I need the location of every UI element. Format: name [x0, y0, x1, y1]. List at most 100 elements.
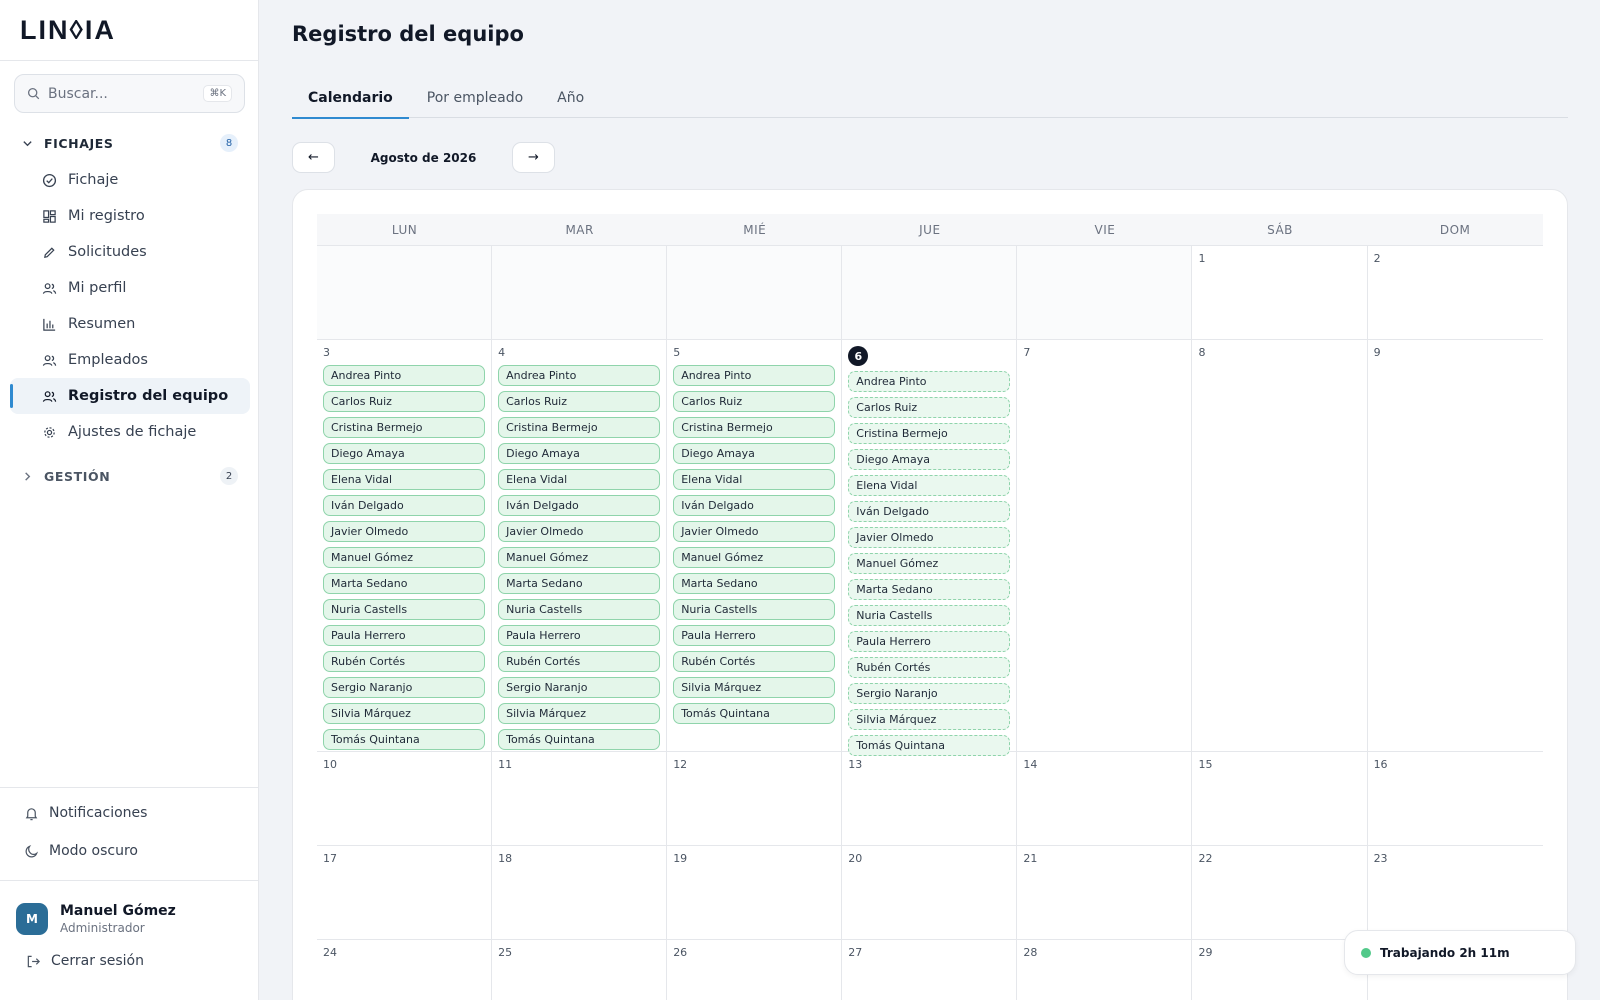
section-gestion[interactable]: GESTIÓN 2 [22, 464, 238, 488]
attendance-entry[interactable]: Silvia Márquez [673, 677, 836, 698]
calendar-day[interactable]: 24 [317, 940, 493, 1000]
attendance-entry[interactable]: Rubén Cortés [673, 651, 836, 672]
calendar-day[interactable]: 10 [317, 752, 493, 845]
attendance-entry[interactable]: Diego Amaya [848, 449, 1011, 470]
calendar-day[interactable]: 29 [1192, 940, 1368, 1000]
attendance-entry[interactable]: Iván Delgado [323, 495, 485, 516]
attendance-entry[interactable]: Marta Sedano [323, 573, 485, 594]
attendance-entry[interactable]: Cristina Bermejo [848, 423, 1011, 444]
calendar-day[interactable]: 1 [1192, 246, 1368, 339]
calendar-day[interactable]: 13 [842, 752, 1018, 845]
attendance-entry[interactable]: Silvia Márquez [498, 703, 661, 724]
attendance-entry[interactable]: Manuel Gómez [848, 553, 1011, 574]
search-input[interactable]: Buscar... [48, 86, 203, 102]
calendar-day[interactable]: 27 [842, 940, 1018, 1000]
attendance-entry[interactable]: Elena Vidal [673, 469, 836, 490]
attendance-entry[interactable]: Carlos Ruiz [673, 391, 836, 412]
attendance-entry[interactable]: Diego Amaya [498, 443, 661, 464]
attendance-entry[interactable]: Rubén Cortés [848, 657, 1011, 678]
logo[interactable]: LIN◊IA [20, 15, 116, 46]
calendar-day[interactable]: 28 [1017, 940, 1193, 1000]
calendar-day[interactable]: 15 [1192, 752, 1368, 845]
attendance-entry[interactable]: Iván Delgado [673, 495, 836, 516]
notifications-button[interactable]: Notificaciones [0, 794, 259, 832]
attendance-entry[interactable]: Paula Herrero [848, 631, 1011, 652]
user-profile[interactable]: M Manuel Gómez Administrador [0, 881, 259, 935]
calendar-day[interactable]: 9 [1368, 340, 1543, 762]
attendance-entry[interactable]: Sergio Naranjo [323, 677, 485, 698]
attendance-entry[interactable]: Paula Herrero [323, 625, 485, 646]
calendar-day[interactable]: 8 [1192, 340, 1368, 762]
attendance-entry[interactable]: Rubén Cortés [498, 651, 661, 672]
next-month-button[interactable]: → [512, 142, 555, 173]
attendance-entry[interactable]: Silvia Márquez [848, 709, 1011, 730]
attendance-entry[interactable]: Nuria Castells [323, 599, 485, 620]
attendance-entry[interactable]: Elena Vidal [848, 475, 1011, 496]
attendance-entry[interactable]: Iván Delgado [498, 495, 661, 516]
attendance-entry[interactable]: Elena Vidal [323, 469, 485, 490]
sidebar-item-ajustes-de-fichaje[interactable]: Ajustes de fichaje [10, 414, 250, 450]
calendar-day[interactable]: 18 [492, 846, 668, 939]
attendance-entry[interactable]: Tomás Quintana [673, 703, 836, 724]
attendance-entry[interactable]: Paula Herrero [498, 625, 661, 646]
logout-button[interactable]: Cerrar sesión [0, 935, 259, 969]
attendance-entry[interactable]: Cristina Bermejo [323, 417, 485, 438]
calendar-day[interactable]: 4 Andrea Pinto Carlos Ruiz Cristina Bermejo… [492, 340, 668, 762]
search-box[interactable]: Buscar... ⌘K [14, 74, 245, 113]
attendance-entry[interactable]: Manuel Gómez [498, 547, 661, 568]
calendar-day[interactable]: 26 [667, 940, 843, 1000]
sidebar-item-empleados[interactable]: Empleados [10, 342, 250, 378]
attendance-entry[interactable]: Andrea Pinto [673, 365, 836, 386]
calendar-day[interactable]: 21 [1017, 846, 1193, 939]
attendance-entry[interactable]: Silvia Márquez [323, 703, 485, 724]
calendar-day[interactable]: 23 [1368, 846, 1543, 939]
calendar-day[interactable]: 14 [1017, 752, 1193, 845]
attendance-entry[interactable]: Andrea Pinto [848, 371, 1011, 392]
calendar-day[interactable]: 11 [492, 752, 668, 845]
tab-por-empleado[interactable]: Por empleado [411, 78, 539, 118]
attendance-entry[interactable]: Elena Vidal [498, 469, 661, 490]
sidebar-item-registro-del-equipo[interactable]: Registro del equipo [10, 378, 250, 414]
attendance-entry[interactable]: Andrea Pinto [498, 365, 661, 386]
calendar-day[interactable]: 17 [317, 846, 493, 939]
calendar-day[interactable]: 19 [667, 846, 843, 939]
attendance-entry[interactable]: Carlos Ruiz [498, 391, 661, 412]
attendance-entry[interactable]: Marta Sedano [673, 573, 836, 594]
calendar-day[interactable]: 7 [1017, 340, 1193, 762]
calendar-day[interactable]: 20 [842, 846, 1018, 939]
attendance-entry[interactable]: Marta Sedano [498, 573, 661, 594]
attendance-entry[interactable]: Andrea Pinto [323, 365, 485, 386]
sidebar-item-resumen[interactable]: Resumen [10, 306, 250, 342]
attendance-entry[interactable]: Nuria Castells [673, 599, 836, 620]
sidebar-item-mi-registro[interactable]: Mi registro [10, 198, 250, 234]
tab-calendario[interactable]: Calendario [292, 78, 409, 119]
attendance-entry[interactable]: Javier Olmedo [848, 527, 1011, 548]
attendance-entry[interactable]: Cristina Bermejo [673, 417, 836, 438]
calendar-day[interactable]: 12 [667, 752, 843, 845]
calendar-day[interactable]: 3 Andrea Pinto Carlos Ruiz Cristina Bermejo… [317, 340, 493, 762]
attendance-entry[interactable]: Nuria Castells [498, 599, 661, 620]
section-fichajes[interactable]: FICHAJES 8 [22, 131, 238, 155]
sidebar-item-solicitudes[interactable]: Solicitudes [10, 234, 250, 270]
dark-mode-toggle[interactable]: Modo oscuro [0, 832, 259, 870]
work-status-indicator[interactable]: Trabajando 2h 11m [1344, 930, 1576, 975]
attendance-entry[interactable]: Tomás Quintana [498, 729, 661, 750]
attendance-entry[interactable]: Carlos Ruiz [323, 391, 485, 412]
sidebar-item-mi-perfil[interactable]: Mi perfil [10, 270, 250, 306]
attendance-entry[interactable]: Manuel Gómez [323, 547, 485, 568]
prev-month-button[interactable]: ← [292, 142, 335, 173]
calendar-day[interactable]: 25 [492, 940, 668, 1000]
calendar-day[interactable]: 16 [1368, 752, 1543, 845]
attendance-entry[interactable]: Nuria Castells [848, 605, 1011, 626]
attendance-entry[interactable]: Paula Herrero [673, 625, 836, 646]
tab-ano[interactable]: Año [541, 78, 600, 118]
attendance-entry[interactable]: Tomás Quintana [323, 729, 485, 750]
attendance-entry[interactable]: Cristina Bermejo [498, 417, 661, 438]
calendar-day[interactable]: 2 [1368, 246, 1543, 339]
attendance-entry[interactable]: Diego Amaya [673, 443, 836, 464]
attendance-entry[interactable]: Diego Amaya [323, 443, 485, 464]
attendance-entry[interactable]: Javier Olmedo [498, 521, 661, 542]
calendar-day[interactable]: 5 Andrea Pinto Carlos Ruiz Cristina Bermejo… [667, 340, 843, 762]
attendance-entry[interactable]: Javier Olmedo [323, 521, 485, 542]
attendance-entry[interactable]: Marta Sedano [848, 579, 1011, 600]
